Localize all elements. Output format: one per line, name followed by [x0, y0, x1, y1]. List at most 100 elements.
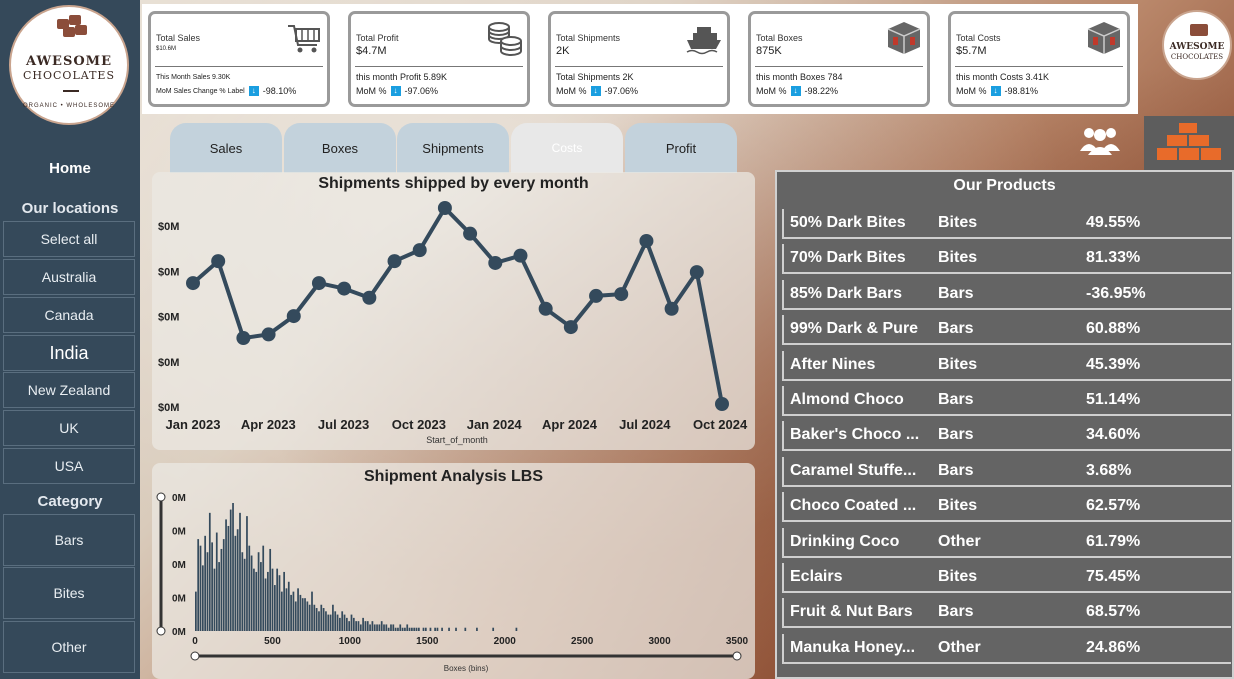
data-point[interactable]	[437, 201, 452, 215]
data-point[interactable]	[261, 327, 276, 342]
product-row[interactable]: 85% Dark Bars Bars -36.95%	[782, 279, 1231, 310]
histogram-bar[interactable]	[269, 548, 272, 631]
histogram-bar[interactable]	[246, 516, 248, 631]
kpi-card-profit[interactable]: Total Profit $4.7M this month Profit 5.8…	[348, 11, 530, 107]
tab-profit[interactable]: Profit	[625, 123, 737, 173]
histogram-bar[interactable]	[383, 624, 385, 631]
histogram-bar[interactable]	[262, 545, 265, 631]
histogram-bar[interactable]	[404, 627, 406, 631]
histogram-bar[interactable]	[236, 529, 239, 631]
histogram-bar[interactable]	[399, 624, 402, 631]
histogram-bar[interactable]	[332, 604, 334, 631]
location-australia[interactable]: Australia	[3, 259, 135, 295]
histogram-bar[interactable]	[220, 548, 223, 631]
histogram-bar[interactable]	[352, 617, 355, 631]
histogram-bar[interactable]	[234, 535, 237, 631]
data-point[interactable]	[286, 309, 301, 324]
histogram-bar[interactable]	[278, 575, 281, 631]
histogram-bar[interactable]	[271, 568, 274, 631]
histogram-bar[interactable]	[327, 614, 330, 631]
histogram-bar[interactable]	[283, 571, 285, 631]
data-point[interactable]	[689, 265, 704, 280]
slider-handle[interactable]	[156, 626, 166, 636]
product-row[interactable]: Fruit & Nut Bars Bars 68.57%	[782, 598, 1231, 629]
tab-boxes[interactable]: Boxes	[284, 123, 396, 173]
histogram-bar[interactable]	[267, 571, 269, 631]
histogram-bar[interactable]	[218, 562, 220, 631]
histogram-bar[interactable]	[343, 614, 346, 631]
histogram-bar[interactable]	[204, 535, 207, 631]
histogram-bar[interactable]	[350, 614, 353, 631]
data-point[interactable]	[362, 290, 377, 305]
histogram-bar[interactable]	[434, 627, 436, 631]
histogram-bar[interactable]	[325, 611, 327, 631]
data-point[interactable]	[463, 226, 478, 241]
category-bites[interactable]: Bites	[3, 567, 135, 619]
histogram-bar[interactable]	[373, 624, 376, 631]
location-select-all[interactable]: Select all	[3, 221, 135, 257]
histogram-bar[interactable]	[355, 621, 357, 631]
people-icon[interactable]	[1078, 125, 1122, 155]
histogram-bar[interactable]	[429, 627, 432, 631]
histogram-bar[interactable]	[280, 591, 283, 631]
location-canada[interactable]: Canada	[3, 297, 135, 333]
histogram-bar[interactable]	[413, 627, 416, 631]
histogram-bar[interactable]	[397, 627, 399, 631]
histogram-bar[interactable]	[329, 614, 332, 631]
histogram-bar[interactable]	[311, 591, 313, 631]
histogram-bar[interactable]	[297, 588, 299, 631]
histogram-bar[interactable]	[369, 624, 371, 631]
data-point[interactable]	[589, 288, 604, 303]
histogram-bar[interactable]	[436, 627, 439, 631]
data-point[interactable]	[236, 331, 251, 346]
histogram-bar[interactable]	[417, 627, 420, 631]
histogram-bar[interactable]	[313, 604, 316, 631]
product-row[interactable]: 99% Dark & Pure Bars 60.88%	[782, 315, 1231, 346]
histogram-bar[interactable]	[299, 594, 302, 631]
data-point[interactable]	[412, 243, 427, 258]
histogram-bar[interactable]	[225, 519, 227, 631]
line-chart[interactable]: $0M $0M $0M $0M $0M Jan 2023 Apr 2023 Jul 2023 O…	[152, 172, 755, 450]
histogram-bar[interactable]	[208, 512, 211, 631]
histogram-bar[interactable]	[195, 591, 197, 631]
product-row[interactable]: Caramel Stuffe... Bars 3.68%	[782, 456, 1231, 487]
kpi-card-costs[interactable]: Total Costs $5.7M this month Costs 3.41K…	[948, 11, 1130, 107]
histogram-bar[interactable]	[359, 624, 362, 631]
histogram-bar[interactable]	[336, 614, 339, 631]
histogram-bar[interactable]	[362, 617, 364, 631]
histogram-bar[interactable]	[406, 624, 409, 631]
histogram-bar[interactable]	[306, 601, 309, 631]
histogram-bar[interactable]	[318, 611, 320, 631]
histogram-bar[interactable]	[199, 545, 202, 631]
product-row[interactable]: Drinking Coco Other 61.79%	[782, 527, 1231, 558]
histogram-bar[interactable]	[322, 608, 325, 631]
location-new-zealand[interactable]: New Zealand	[3, 372, 135, 408]
histogram-bar[interactable]	[197, 539, 200, 631]
histogram-bar[interactable]	[201, 565, 204, 631]
data-point[interactable]	[639, 233, 654, 248]
histogram-bar[interactable]	[476, 627, 478, 631]
histogram-chart[interactable]: 0M 0M 0M 0M 0M 0 500 1000 1500 2000 2500 3000 3500 Bo…	[152, 463, 755, 679]
data-point[interactable]	[186, 276, 200, 291]
product-row[interactable]: After Nines Bites 45.39%	[782, 350, 1231, 381]
histogram-bar[interactable]	[239, 512, 241, 631]
data-point[interactable]	[311, 276, 326, 291]
histogram-bar[interactable]	[392, 624, 395, 631]
histogram-bar[interactable]	[290, 594, 292, 631]
kpi-card-shipments[interactable]: Total Shipments 2K Total Shipments 2K Mo…	[548, 11, 730, 107]
boxes-nav-tile[interactable]	[1144, 116, 1234, 170]
product-row[interactable]: Baker's Choco ... Bars 34.60%	[782, 421, 1231, 452]
data-point[interactable]	[538, 301, 553, 316]
histogram-bar[interactable]	[341, 611, 344, 631]
histogram-bar[interactable]	[248, 545, 251, 631]
histogram-bar[interactable]	[232, 503, 234, 631]
data-point[interactable]	[563, 320, 578, 335]
tab-costs[interactable]: Costs	[511, 123, 623, 173]
histogram-bar[interactable]	[206, 552, 209, 631]
histogram-bar[interactable]	[387, 627, 390, 631]
histogram-bar[interactable]	[464, 627, 467, 631]
histogram-bar[interactable]	[241, 552, 244, 631]
data-point[interactable]	[488, 255, 503, 270]
data-point[interactable]	[614, 287, 629, 302]
data-point[interactable]	[337, 281, 352, 296]
